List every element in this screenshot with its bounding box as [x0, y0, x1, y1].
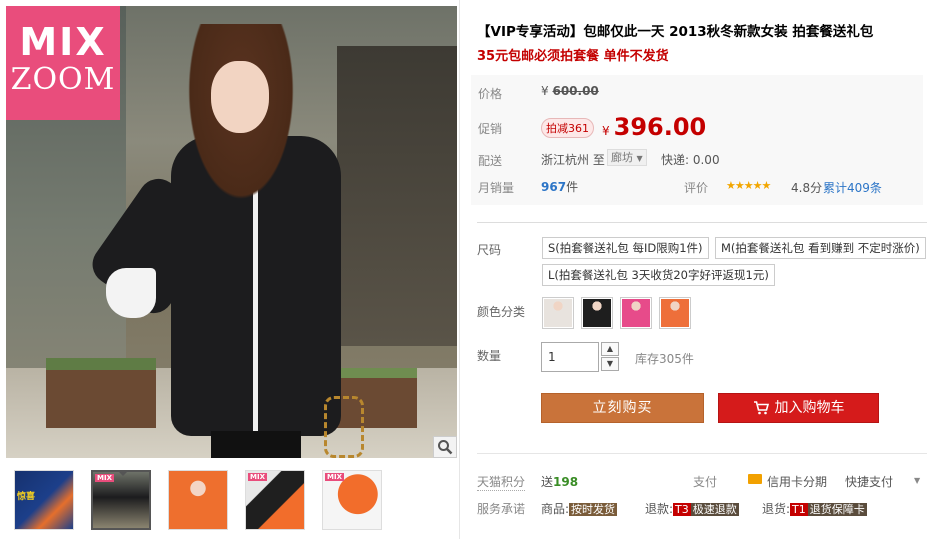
quantity-decrement-button[interactable]: ▼ [601, 357, 619, 371]
model-face [211, 61, 269, 133]
promo-tag: 拍减361 [541, 118, 594, 138]
thumbnail[interactable]: MIX [322, 470, 382, 530]
section-divider [477, 222, 927, 223]
size-option-l[interactable]: L(拍套餐送礼包 3天收货20字好评返现1元) [542, 264, 775, 286]
product-title: 【VIP专享活动】包邮仅此一天 2013秋冬新款女装 拍套餐送礼包 [477, 24, 874, 40]
thumbnail-badge: MIX [95, 474, 114, 482]
brand-logo: MIX ZOOM [6, 6, 120, 120]
service-return: 退货: T1 退货保障卡 [762, 500, 867, 517]
swatch-image [622, 299, 650, 327]
cart-icon [753, 401, 769, 415]
review-label: 评价 [684, 181, 709, 195]
destination-value: 廊坊 [611, 151, 633, 164]
service-refund-label: 退款: [645, 502, 674, 516]
chevron-down-icon[interactable]: ▼ [914, 476, 920, 485]
monthly-sales: 967件 [541, 178, 578, 195]
swatch-image [661, 299, 689, 327]
quantity-label: 数量 [477, 349, 502, 363]
price-label: 价格 [478, 87, 503, 101]
quantity-increment-button[interactable]: ▲ [601, 342, 619, 356]
add-to-cart-label: 加入购物车 [774, 400, 845, 416]
points-number: 198 [553, 475, 579, 489]
magnifier-icon [438, 440, 453, 455]
image-planter [46, 358, 156, 428]
destination-select[interactable]: 廊坊 ▼ [607, 149, 647, 166]
service-refund: 退款: T3 极速退款 [645, 500, 739, 517]
color-swatch-pink[interactable] [620, 297, 652, 329]
stock-count: 库存305件 [635, 352, 694, 366]
monthly-sales-count: 967 [541, 180, 567, 194]
thumbnail-badge: MIX [248, 473, 267, 481]
thumbnail-badge: MIX [325, 473, 344, 481]
color-swatch-orange[interactable] [659, 297, 691, 329]
service-goods: 商品: 按时发货 [541, 500, 618, 517]
thumbnail-active[interactable]: MIX [91, 470, 151, 530]
service-refund-badge: T3 [673, 503, 691, 516]
promo-price-value: 396.00 [613, 113, 707, 141]
dropdown-arrow-icon: ▼ [636, 154, 643, 163]
bag-chain [324, 396, 364, 458]
promo-label: 促销 [478, 122, 503, 136]
credit-card-installment[interactable]: 信用卡分期 [767, 473, 827, 490]
review-count-link[interactable]: 累计409条 [823, 179, 882, 196]
shipping-from: 浙江杭州 [541, 153, 590, 167]
service-return-tag[interactable]: 退货保障卡 [807, 503, 867, 516]
original-price-value: 600.00 [552, 84, 599, 98]
monthly-sales-label: 月销量 [478, 181, 515, 195]
thumbnail-strip: 惊喜 MIX MIX MIX [14, 470, 382, 530]
column-divider [459, 0, 460, 539]
payment-label: 支付 [693, 475, 718, 489]
thumbnail-overlay-text: 惊喜 [17, 492, 36, 502]
color-swatch-white[interactable] [542, 297, 574, 329]
add-to-cart-button[interactable]: 加入购物车 [718, 393, 879, 423]
points-label[interactable]: 天猫积分 [477, 473, 526, 491]
coat-cuff [106, 268, 156, 318]
color-label: 颜色分类 [477, 305, 526, 319]
shipping-origin: 浙江杭州 至 [541, 151, 605, 168]
rating-stars-icon: ★★★★★ [726, 179, 771, 192]
rating-score: 4.8分 [791, 181, 823, 195]
product-subtitle: 35元包邮必须拍套餐 单件不发货 [477, 49, 669, 64]
service-label: 服务承诺 [477, 502, 526, 516]
monthly-sales-unit: 件 [566, 180, 579, 194]
thumbnail[interactable]: 惊喜 [14, 470, 74, 530]
quick-pay[interactable]: 快捷支付 [845, 473, 893, 490]
currency-symbol: ¥ [602, 124, 610, 138]
logo-line1: MIX [19, 20, 107, 64]
points-value: 送198 [541, 473, 578, 490]
service-goods-tag[interactable]: 按时发货 [569, 503, 618, 516]
service-goods-label: 商品: [541, 502, 570, 516]
size-label: 尺码 [477, 243, 502, 257]
size-option-m[interactable]: M(拍套餐送礼包 看到赚到 不定时涨价) [715, 237, 926, 259]
shipping-label: 配送 [478, 154, 503, 168]
swatch-image [583, 299, 611, 327]
color-swatch-black[interactable] [581, 297, 613, 329]
model-legs [211, 431, 301, 458]
size-option-s[interactable]: S(拍套餐送礼包 每ID限购1件) [542, 237, 709, 259]
service-return-label: 退货: [762, 502, 791, 516]
quantity-input[interactable]: 1 [541, 342, 599, 372]
currency-symbol: ¥ [541, 84, 549, 98]
section-divider [477, 453, 927, 454]
shipping-fee: 快递: 0.00 [661, 153, 720, 167]
image-background-right [337, 46, 457, 346]
swatch-image [544, 299, 572, 327]
original-price: ¥ 600.00 [541, 84, 599, 98]
promo-price: ¥396.00 [602, 113, 706, 141]
shipping-to-word: 至 [592, 153, 605, 167]
logo-line2: ZOOM [10, 62, 116, 97]
zoom-button[interactable] [433, 436, 457, 458]
thumbnail[interactable] [168, 470, 228, 530]
credit-card-icon [748, 474, 762, 484]
service-return-badge: T1 [790, 503, 808, 516]
points-prefix: 送 [541, 475, 554, 489]
thumbnail[interactable]: MIX [245, 470, 305, 530]
buy-now-button[interactable]: 立刻购买 [541, 393, 704, 423]
service-refund-tag[interactable]: 极速退款 [690, 503, 739, 516]
price-info-box: 价格 ¥ 600.00 促销 拍减361 ¥396.00 配送 浙江杭州 至 廊… [471, 75, 923, 205]
